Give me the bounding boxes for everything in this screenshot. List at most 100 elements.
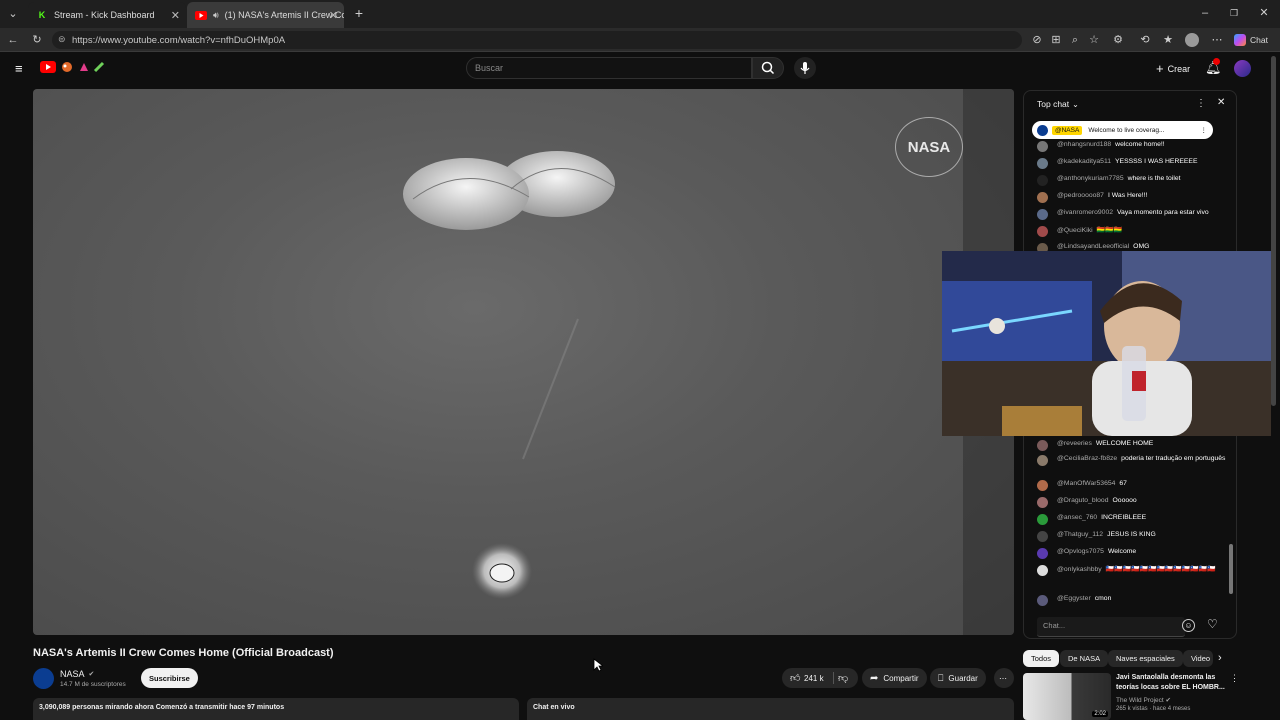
recommendation-title[interactable]: Javi Santaolalla desmonta las teorías lo… xyxy=(1116,673,1228,693)
chat-avatar[interactable] xyxy=(1037,548,1048,559)
chat-avatar[interactable] xyxy=(1037,158,1048,169)
chat-avatar[interactable] xyxy=(1037,141,1048,152)
youtube-doodle-logo[interactable] xyxy=(40,61,105,73)
thumbs-up-icon[interactable]: 👍︎ xyxy=(790,672,800,684)
chat-avatar[interactable] xyxy=(1037,565,1048,576)
create-button[interactable]: + Crear xyxy=(1156,61,1190,76)
chat-avatar[interactable] xyxy=(1037,440,1048,451)
chat-message[interactable]: @Eggyster cmon xyxy=(1037,595,1227,606)
chat-author[interactable]: @onlykashbby xyxy=(1057,566,1102,573)
puzzle-icon[interactable]: ⚙ xyxy=(1111,33,1125,47)
chat-avatar[interactable] xyxy=(1037,175,1048,186)
chat-author[interactable]: @Thatguy_112 xyxy=(1057,531,1103,538)
channel-avatar[interactable] xyxy=(33,668,54,689)
chat-more-icon[interactable]: ⋮ xyxy=(1196,98,1206,109)
search-input[interactable]: Buscar xyxy=(466,57,752,79)
more-actions-button[interactable]: ⋯ xyxy=(994,668,1014,688)
pinned-message[interactable]: @NASA Welcome to live coverag... ⋮ xyxy=(1032,121,1213,139)
apps-icon[interactable]: ⊞ xyxy=(1049,33,1063,47)
favorites-bar-icon[interactable]: ★ xyxy=(1161,33,1175,47)
chat-message[interactable]: @anthonykuriam7785 where is the toilet xyxy=(1037,175,1227,186)
window-close-icon[interactable]: ✕ xyxy=(1257,6,1271,20)
chat-avatar[interactable] xyxy=(1037,226,1048,237)
new-tab-icon[interactable]: + xyxy=(352,6,366,20)
profile-avatar[interactable] xyxy=(1185,33,1199,47)
chat-avatar[interactable] xyxy=(1037,514,1048,525)
chat-author[interactable]: @CeciliaBraz-fb8ze xyxy=(1057,455,1117,462)
close-tab-icon[interactable]: ✕ xyxy=(171,9,180,22)
chat-message[interactable]: @Thatguy_112 JESUS IS KING xyxy=(1037,531,1227,542)
maximize-icon[interactable]: ❐ xyxy=(1227,6,1241,20)
chat-author[interactable]: @Opvlogs7075 xyxy=(1057,548,1104,555)
like-count[interactable]: 241 k xyxy=(804,674,824,683)
chat-message[interactable]: @reveeries WELCOME HOME xyxy=(1037,440,1227,451)
chip-all[interactable]: Todos xyxy=(1023,650,1060,667)
video-description-box[interactable]: 3,090,089 personas mirando ahora Comenzó… xyxy=(33,698,519,720)
chat-message[interactable]: @ManOfWar53654 67 xyxy=(1037,480,1227,491)
chat-author[interactable]: @ivanromero9002 xyxy=(1057,209,1113,216)
thumbs-down-icon[interactable]: 👎︎ xyxy=(838,672,848,684)
chip-spacecraft[interactable]: Naves espaciales xyxy=(1108,650,1183,667)
chat-message[interactable]: @ivanromero9002 Vaya momento para estar v… xyxy=(1037,209,1227,220)
more-menu-icon[interactable]: ⋯ xyxy=(1210,33,1224,47)
split-screen-icon[interactable]: ⟲ xyxy=(1138,33,1152,47)
video-player[interactable]: NASA xyxy=(33,89,1014,635)
emoji-icon[interactable]: ☺ xyxy=(1182,619,1195,632)
chat-author[interactable]: @Eggyster xyxy=(1057,595,1091,602)
url-field[interactable]: ⊜ https://www.youtube.com/watch?v=nfhDuO… xyxy=(52,31,1022,49)
chat-input[interactable]: Chat... xyxy=(1037,617,1185,637)
tab-youtube-artemis[interactable]: 🔊︎ (1) NASA's Artemis II Crew Co ✕ xyxy=(187,2,344,28)
chat-message[interactable]: @ansec_760 INCREIBLEEE xyxy=(1037,514,1227,525)
close-chat-icon[interactable]: ✕ xyxy=(1217,97,1225,108)
zoom-icon[interactable]: ⌕ xyxy=(1068,33,1082,47)
chat-message[interactable]: @Draguto_blood Oooooo xyxy=(1037,497,1227,508)
voice-search-button[interactable] xyxy=(794,57,816,79)
recommendation-channel[interactable]: The Wild Project ✔ xyxy=(1116,696,1171,704)
chat-avatar[interactable] xyxy=(1037,497,1048,508)
minimize-icon[interactable]: – xyxy=(1198,6,1212,20)
chat-author[interactable]: @Draguto_blood xyxy=(1057,497,1109,504)
pinned-more-icon[interactable]: ⋮ xyxy=(1201,126,1208,134)
chat-author[interactable]: @reveeries xyxy=(1057,440,1092,447)
extension-icon[interactable]: ⊘ xyxy=(1030,33,1044,47)
speaker-icon[interactable]: 🔊︎ xyxy=(213,9,219,21)
chat-message[interactable]: @kadekaditya511 YESSSS I WAS HEREEEE xyxy=(1037,158,1227,169)
chat-avatar[interactable] xyxy=(1037,192,1048,203)
favorite-icon[interactable]: ☆ xyxy=(1087,33,1101,47)
account-avatar[interactable] xyxy=(1234,60,1251,77)
chat-avatar[interactable] xyxy=(1037,455,1048,466)
chat-avatar[interactable] xyxy=(1037,595,1048,606)
chat-avatar[interactable] xyxy=(1037,480,1048,491)
chat-avatar[interactable] xyxy=(1037,209,1048,220)
chat-message[interactable]: @onlykashbby 🇨🇱🇨🇱🇨🇱🇨🇱🇨🇱🇨🇱🇨🇱🇨🇱🇨🇱🇨🇱🇨🇱🇨🇱🇨🇱 xyxy=(1037,565,1227,576)
chat-message[interactable]: @QueciKiki 🇧🇴🇧🇴🇧🇴 xyxy=(1037,226,1227,237)
tab-list-chevron-icon[interactable]: ⌄ xyxy=(6,7,20,21)
recommendation-thumbnail[interactable]: 2:02 xyxy=(1023,673,1111,720)
page-scrollbar[interactable] xyxy=(1271,56,1276,406)
hamburger-menu-icon[interactable]: ≡ xyxy=(15,61,23,76)
chat-avatar[interactable] xyxy=(1037,531,1048,542)
chat-author[interactable]: @LindsayandLeeofficial xyxy=(1057,243,1129,250)
chat-message[interactable]: @Opvlogs7075 Welcome xyxy=(1037,548,1227,559)
heart-reaction-icon[interactable]: ♡ xyxy=(1207,617,1218,631)
subscribe-button[interactable]: Suscribirse xyxy=(141,668,198,688)
chat-author[interactable]: @ansec_760 xyxy=(1057,514,1097,521)
chat-author[interactable]: @nhangsnurd188 xyxy=(1057,141,1111,148)
back-icon[interactable]: ← xyxy=(6,33,20,47)
chip-from-nasa[interactable]: De NASA xyxy=(1060,650,1109,667)
rec-more-icon[interactable]: ⋮ xyxy=(1230,673,1239,684)
copilot-chat-button[interactable]: Chat xyxy=(1234,32,1268,48)
chat-author[interactable]: @QueciKiki xyxy=(1057,227,1093,234)
top-chat-dropdown[interactable]: Top chat ⌄ xyxy=(1037,99,1079,109)
chat-author[interactable]: @anthonykuriam7785 xyxy=(1057,175,1124,182)
share-button[interactable]: ➦ Compartir xyxy=(862,668,927,688)
chat-message[interactable]: @CeciliaBraz-fb8ze poderia ter tradução e… xyxy=(1037,455,1227,466)
chip-video[interactable]: Video xyxy=(1183,650,1213,667)
save-button[interactable]: ⎕ Guardar xyxy=(930,668,986,688)
chat-author[interactable]: @ManOfWar53654 xyxy=(1057,480,1115,487)
live-chat-replay-box[interactable]: Chat en vivo xyxy=(527,698,1014,720)
chat-author[interactable]: @kadekaditya511 xyxy=(1057,158,1111,165)
channel-name[interactable]: NASA ✔ xyxy=(60,669,94,679)
close-tab-icon[interactable]: ✕ xyxy=(329,9,338,22)
reload-icon[interactable]: ↻ xyxy=(30,33,44,47)
